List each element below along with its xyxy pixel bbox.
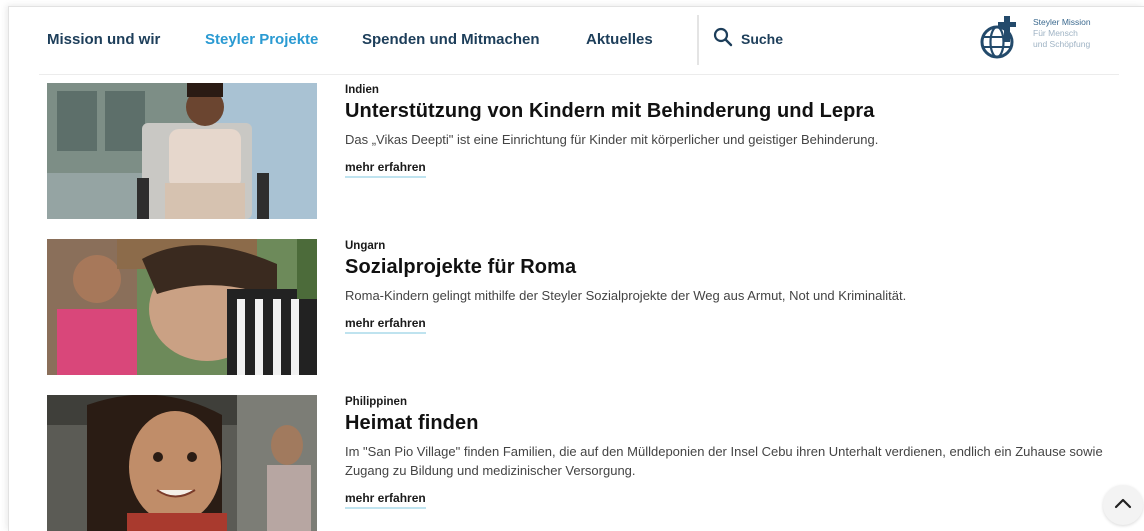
project-photo-ungarn[interactable]: [47, 239, 317, 375]
logo-text: Steyler Mission Für Mensch und Schöpfung: [1033, 17, 1091, 49]
scroll-to-top-button[interactable]: [1103, 485, 1143, 525]
more-link[interactable]: mehr erfahren: [345, 491, 426, 509]
chevron-up-icon: [1114, 496, 1132, 514]
project-text: Indien Unterstützung von Kindern mit Beh…: [345, 83, 1105, 178]
search-icon: [713, 27, 733, 52]
nav-spenden-und-mitmachen[interactable]: Spenden und Mitmachen: [362, 31, 540, 48]
project-title[interactable]: Heimat finden: [345, 412, 1105, 435]
search-button[interactable]: Suche: [713, 27, 783, 51]
page-frame: Mission und wir Steyler Projekte Spenden…: [8, 6, 1144, 531]
search-label: Suche: [741, 31, 784, 47]
project-country: Indien: [345, 84, 379, 96]
project-card: Ungarn Sozialprojekte für Roma Roma-Kind…: [47, 239, 1127, 379]
more-link[interactable]: mehr erfahren: [345, 160, 426, 178]
project-country: Philippinen: [345, 396, 407, 408]
project-photo-philippinen[interactable]: [47, 395, 317, 531]
project-card: Philippinen Heimat finden Im "San Pio Vi…: [47, 395, 1127, 531]
header-divider: [39, 74, 1119, 75]
project-title[interactable]: Sozialprojekte für Roma: [345, 256, 1105, 279]
project-description: Das „Vikas Deepti" ist eine Einrichtung …: [345, 132, 879, 147]
project-text: Philippinen Heimat finden Im "San Pio Vi…: [345, 395, 1105, 509]
project-card: Indien Unterstützung von Kindern mit Beh…: [47, 83, 1127, 223]
project-text: Ungarn Sozialprojekte für Roma Roma-Kind…: [345, 239, 1105, 334]
project-description: Im "San Pio Village" finden Familien, di…: [345, 444, 1103, 478]
more-link[interactable]: mehr erfahren: [345, 316, 426, 334]
site-logo[interactable]: Steyler Mission Für Mensch und Schöpfung: [975, 14, 1125, 66]
project-country: Ungarn: [345, 240, 386, 252]
project-photo-indien[interactable]: [47, 83, 317, 219]
nav-divider: [697, 15, 699, 65]
nav-mission-und-wir[interactable]: Mission und wir: [47, 31, 160, 48]
site-header: Mission und wir Steyler Projekte Spenden…: [9, 7, 1144, 75]
nav-aktuelles[interactable]: Aktuelles: [586, 31, 653, 48]
nav-steyler-projekte[interactable]: Steyler Projekte: [205, 31, 318, 48]
project-title[interactable]: Unterstützung von Kindern mit Behinderun…: [345, 100, 1105, 123]
project-description: Roma-Kindern gelingt mithilfe der Steyle…: [345, 288, 907, 303]
